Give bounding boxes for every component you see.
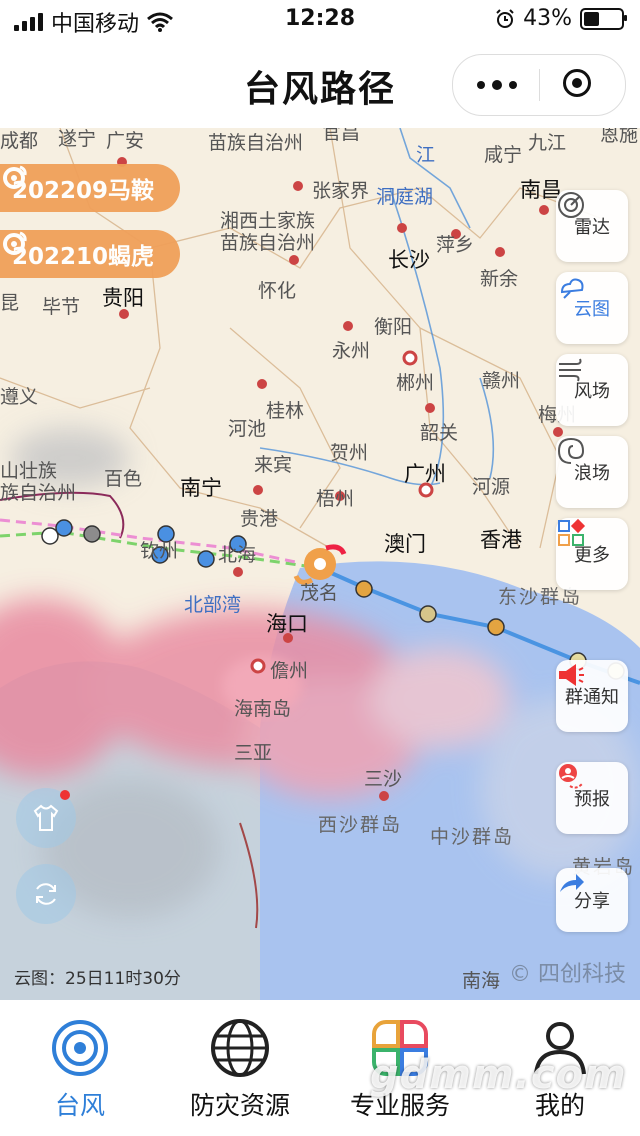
map-label: 三沙 bbox=[364, 768, 403, 790]
map-label: 成都 bbox=[0, 130, 39, 152]
typhoon-icon bbox=[3, 165, 27, 189]
typhoon-tag-label: 202209马鞍 bbox=[12, 178, 155, 204]
battery-percent: 43% bbox=[523, 6, 572, 31]
city-label: 贵阳 bbox=[102, 286, 144, 310]
city-label: 广州 bbox=[404, 462, 446, 486]
refresh-icon bbox=[36, 883, 56, 905]
map-label: 咸宁 bbox=[484, 144, 523, 166]
map-label: 梧州 bbox=[316, 488, 355, 510]
city-label: 长沙 bbox=[388, 248, 430, 272]
map-label: 河池 bbox=[228, 418, 267, 440]
map-label: 百色 bbox=[104, 468, 143, 490]
nav-bar: 台风路径 bbox=[0, 40, 640, 128]
share-icon bbox=[560, 874, 584, 892]
map-label: 永州 bbox=[332, 340, 371, 362]
map-label: 来宾 bbox=[254, 454, 293, 476]
status-bar: 中国移动 12:28 43% bbox=[0, 0, 640, 40]
map-label: 海南岛 bbox=[234, 698, 292, 720]
cloud-satellite-icon bbox=[560, 278, 584, 299]
map-label: 中沙群岛 bbox=[430, 826, 515, 848]
map-label: 贺州 bbox=[330, 442, 369, 464]
tab-disaster-resources[interactable]: 防灾资源 bbox=[160, 1012, 320, 1132]
map-label: 茂名 bbox=[300, 582, 339, 604]
map-label: 恩施 bbox=[600, 128, 639, 146]
refresh-button[interactable] bbox=[16, 864, 76, 924]
map-label: 苗族自治州 bbox=[220, 232, 316, 254]
wave-button[interactable]: 浪场 bbox=[556, 436, 628, 508]
map-label: 昆 bbox=[0, 292, 20, 314]
brand-attribution: © 四创科技 bbox=[509, 962, 626, 987]
map-label: 北海 bbox=[218, 544, 257, 566]
more-tools-button[interactable]: 更多 bbox=[556, 518, 628, 590]
map-label: 北部湾 bbox=[184, 594, 242, 616]
map-label: 广安 bbox=[106, 130, 145, 152]
typhoon-tag-label: 202210蝎虎 bbox=[12, 244, 155, 270]
typhoon-tag-maan[interactable]: 202209马鞍 bbox=[0, 164, 181, 212]
map-label: 南海 bbox=[462, 970, 501, 992]
map-label: 桂林 bbox=[266, 400, 305, 422]
globe-icon bbox=[211, 1019, 269, 1077]
map-label: 官昌 bbox=[322, 128, 361, 144]
map-label: 张家界 bbox=[312, 180, 370, 202]
watermark: gdmm.com bbox=[370, 1052, 627, 1098]
forecast-pin-icon bbox=[559, 764, 583, 789]
map-label: 赣州 bbox=[482, 370, 521, 392]
typhoon-map[interactable]: 成都 遂宁 广安 苗族自治州 官昌 九江 恩施 江 咸宁 南昌 张家界 洞庭湖 … bbox=[0, 128, 640, 1000]
tab-label: 台风 bbox=[54, 1091, 105, 1120]
shirt-icon bbox=[33, 804, 59, 831]
more-icon[interactable] bbox=[475, 75, 519, 95]
cloud-timestamp: 云图：25日11时30分 bbox=[14, 969, 181, 989]
map-label: 毕节 bbox=[42, 296, 81, 318]
map-label: 三亚 bbox=[234, 742, 273, 764]
map-label: 韶关 bbox=[420, 422, 459, 444]
radar-icon bbox=[558, 192, 584, 218]
wind-button[interactable]: 风场 bbox=[556, 354, 628, 426]
city-label: 澳门 bbox=[384, 532, 426, 556]
battery-icon bbox=[580, 7, 627, 30]
notification-dot bbox=[60, 790, 70, 800]
wave-icon bbox=[557, 437, 585, 464]
map-label: 儋州 bbox=[270, 660, 309, 682]
map-label: 族自治州 bbox=[0, 482, 77, 504]
map-label: 萍乡 bbox=[436, 234, 475, 256]
typhoon-tab-icon bbox=[52, 1020, 108, 1076]
map-label: 贵港 bbox=[240, 508, 279, 530]
wind-icon bbox=[559, 358, 582, 382]
share-button[interactable]: 分享 bbox=[556, 868, 628, 932]
map-label: 河源 bbox=[472, 476, 511, 498]
tab-typhoon[interactable]: 台风 bbox=[0, 1012, 160, 1132]
map-label: 衡阳 bbox=[374, 316, 413, 338]
forecast-button[interactable]: 预报 bbox=[556, 762, 628, 834]
cloud-button[interactable]: 云图 bbox=[556, 272, 628, 344]
tab-label: 防灾资源 bbox=[189, 1091, 290, 1120]
capsule-divider bbox=[539, 69, 540, 101]
miniprogram-capsule bbox=[452, 54, 626, 116]
map-label: 九江 bbox=[528, 132, 567, 154]
city-label: 香港 bbox=[480, 528, 522, 552]
alarm-icon bbox=[496, 8, 514, 28]
map-label: 西沙群岛 bbox=[318, 814, 403, 836]
map-label: 新余 bbox=[480, 268, 519, 290]
map-label: 遵义 bbox=[0, 386, 39, 408]
map-label: 江 bbox=[416, 144, 436, 166]
group-notice-button[interactable]: 群通知 bbox=[556, 660, 628, 732]
typhoon-tag-xiehu[interactable]: 202210蝎虎 bbox=[0, 230, 181, 278]
radar-button[interactable]: 雷达 bbox=[556, 190, 628, 262]
close-miniprogram-icon[interactable] bbox=[563, 69, 591, 97]
grid-icon bbox=[558, 518, 586, 546]
map-label: 遂宁 bbox=[58, 128, 97, 150]
city-label: 南宁 bbox=[180, 476, 222, 500]
map-label: 钦州 bbox=[140, 540, 179, 562]
map-label: 洞庭湖 bbox=[376, 186, 434, 208]
map-label: 郴州 bbox=[396, 372, 435, 394]
city-label: 海口 bbox=[266, 612, 308, 636]
map-label: 怀化 bbox=[258, 280, 297, 302]
megaphone-icon bbox=[559, 664, 584, 686]
map-label: 苗族自治州 bbox=[208, 132, 304, 154]
typhoon-icon bbox=[3, 231, 27, 255]
